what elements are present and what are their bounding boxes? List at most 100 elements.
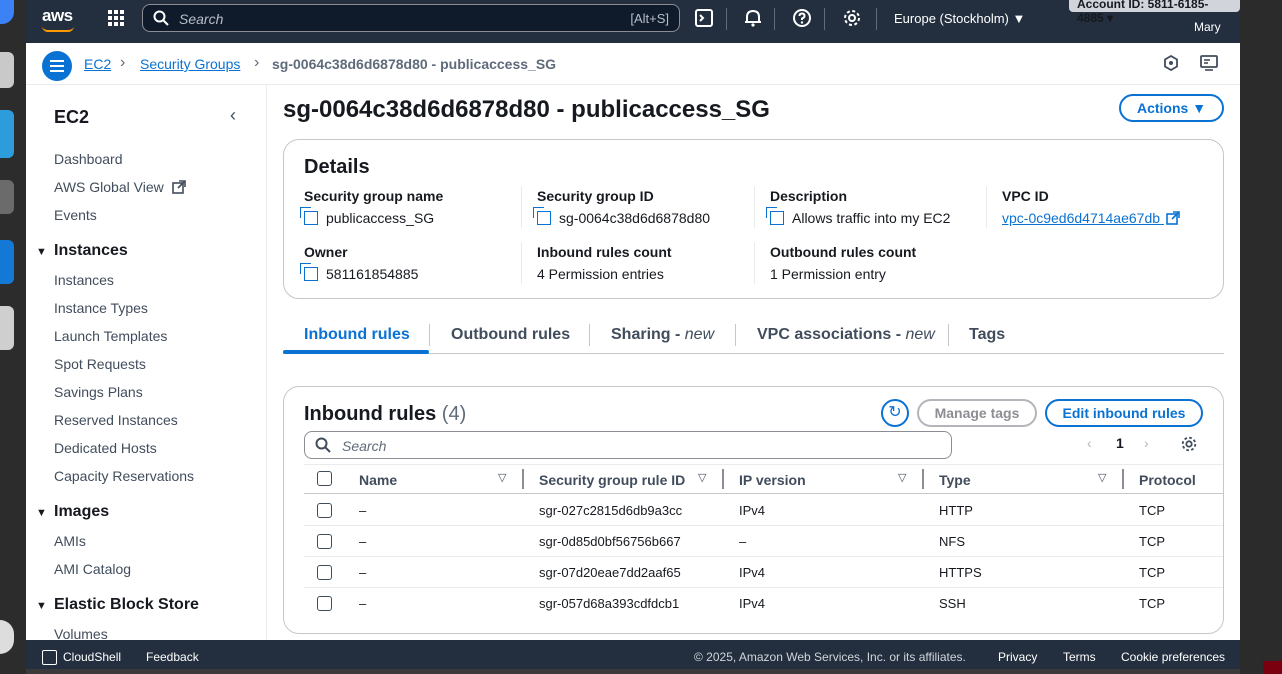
sidebar-item-instance-types[interactable]: Instance Types: [54, 300, 148, 316]
dock-app-icon[interactable]: [0, 110, 14, 158]
external-link-icon: [1166, 211, 1180, 225]
detail-description: Description Allows traffic into my EC2: [766, 188, 990, 226]
cell-type: NFS: [939, 534, 965, 549]
footer-cloudshell[interactable]: CloudShell: [63, 650, 121, 664]
sidebar-item-launch-templates[interactable]: Launch Templates: [54, 328, 167, 344]
table-row[interactable]: – sgr-0d85d0bf56756b667 – NFS TCP: [304, 526, 1223, 557]
column-resizer[interactable]: [922, 469, 924, 489]
dock-app-icon[interactable]: [0, 180, 14, 214]
sidebar-item-dedicated-hosts[interactable]: Dedicated Hosts: [54, 440, 157, 456]
dock-app-icon[interactable]: [0, 306, 14, 350]
copy-icon[interactable]: [533, 207, 551, 225]
row-checkbox[interactable]: [317, 503, 332, 518]
cell-type: HTTPS: [939, 565, 982, 580]
sidebar-item-savings-plans[interactable]: Savings Plans: [54, 384, 143, 400]
global-search-input[interactable]: Search [Alt+S]: [142, 4, 680, 32]
column-header-rule-id[interactable]: Security group rule ID: [539, 472, 685, 488]
sidebar-section-images[interactable]: ▼ Images: [36, 503, 109, 521]
row-checkbox[interactable]: [317, 596, 332, 611]
next-page-icon[interactable]: ›: [1144, 435, 1149, 451]
notifications-icon[interactable]: [1163, 55, 1179, 71]
rules-search-input[interactable]: Search: [304, 431, 952, 459]
tab-sharing[interactable]: Sharing - new: [611, 326, 714, 344]
region-selector[interactable]: Europe (Stockholm) ▼: [894, 11, 1025, 26]
sort-icon[interactable]: ▽: [898, 471, 906, 484]
sort-icon[interactable]: ▽: [1098, 471, 1106, 484]
tab-tags[interactable]: Tags: [969, 326, 1005, 344]
chevron-right-icon: ›: [120, 54, 126, 71]
breadcrumb-security-groups[interactable]: Security Groups: [140, 56, 240, 72]
account-menu[interactable]: Account ID: 5811-6185-4885 ▾: [1069, 0, 1240, 25]
page-number[interactable]: 1: [1116, 435, 1124, 451]
edit-inbound-rules-button[interactable]: Edit inbound rules: [1045, 399, 1203, 427]
refresh-button[interactable]: ↻: [881, 399, 909, 427]
sidebar-item-spot-requests[interactable]: Spot Requests: [54, 356, 146, 372]
dock-app-icon[interactable]: [0, 240, 14, 284]
user-name[interactable]: Mary: [1194, 20, 1221, 34]
column-header-protocol[interactable]: Protocol: [1139, 472, 1196, 488]
side-menu-button[interactable]: [42, 51, 72, 81]
breadcrumb-ec2[interactable]: EC2: [84, 56, 111, 72]
sidebar-item-global-view[interactable]: AWS Global View: [54, 179, 186, 195]
footer-feedback[interactable]: Feedback: [146, 650, 199, 664]
sidebar-item-amis[interactable]: AMIs: [54, 533, 86, 549]
copy-icon[interactable]: [300, 207, 318, 225]
column-resizer[interactable]: [522, 469, 524, 489]
footer-cookies[interactable]: Cookie preferences: [1121, 650, 1225, 664]
sidebar-item-volumes[interactable]: Volumes: [54, 626, 108, 640]
row-checkbox[interactable]: [317, 565, 332, 580]
column-header-type[interactable]: Type: [939, 472, 971, 488]
caret-down-icon: ▼: [36, 600, 47, 612]
table-row[interactable]: – sgr-057d68a393cdfdcb1 IPv4 SSH TCP: [304, 588, 1223, 619]
cell-type: SSH: [939, 596, 966, 611]
sidebar-item-capacity-reservations[interactable]: Capacity Reservations: [54, 468, 194, 484]
tab-inbound-rules[interactable]: Inbound rules: [304, 326, 410, 344]
footer-privacy[interactable]: Privacy: [998, 650, 1037, 664]
cell-rule-id: sgr-07d20eae7dd2aaf65: [539, 565, 681, 580]
sort-icon[interactable]: ▽: [498, 471, 506, 484]
services-grid-icon[interactable]: [108, 10, 124, 26]
copy-icon[interactable]: [766, 207, 784, 225]
sidebar-item-instances[interactable]: Instances: [54, 272, 114, 288]
cloudshell-icon[interactable]: [694, 8, 714, 28]
sidebar-section-ebs[interactable]: ▼ Elastic Block Store: [36, 596, 199, 614]
help-icon[interactable]: [792, 8, 812, 28]
collapse-sidebar-icon[interactable]: ‹: [230, 105, 236, 126]
tab-vpc-associations[interactable]: VPC associations - new: [757, 326, 935, 344]
sidebar-item-dashboard[interactable]: Dashboard: [54, 151, 123, 167]
bell-icon[interactable]: [743, 8, 763, 28]
table-settings-icon[interactable]: [1180, 435, 1198, 453]
cell-protocol: TCP: [1139, 596, 1165, 611]
aws-logo[interactable]: aws: [42, 6, 73, 26]
sidebar-item-ami-catalog[interactable]: AMI Catalog: [54, 561, 131, 577]
column-header-ip-version[interactable]: IP version: [739, 472, 806, 488]
sidebar-item-reserved-instances[interactable]: Reserved Instances: [54, 412, 178, 428]
tab-outbound-rules[interactable]: Outbound rules: [451, 326, 570, 344]
column-header-name[interactable]: Name: [359, 472, 397, 488]
actions-button[interactable]: Actions ▼: [1119, 94, 1224, 122]
sidebar-section-instances[interactable]: ▼ Instances: [36, 242, 128, 260]
footer: CloudShell Feedback © 2025, Amazon Web S…: [26, 640, 1240, 669]
dock-app-icon[interactable]: [0, 0, 14, 24]
column-resizer[interactable]: [722, 469, 724, 489]
breadcrumb: EC2 › Security Groups › sg-0064c38d6d687…: [26, 43, 1240, 85]
sort-icon[interactable]: ▽: [698, 471, 706, 484]
row-checkbox[interactable]: [317, 534, 332, 549]
previous-page-icon[interactable]: ‹: [1087, 435, 1092, 451]
detail-value-text: sg-0064c38d6d6878d80: [559, 210, 711, 226]
table-row[interactable]: – sgr-07d20eae7dd2aaf65 IPv4 HTTPS TCP: [304, 557, 1223, 588]
vpc-link[interactable]: vpc-0c9ed6d4714ae67db: [1002, 210, 1222, 226]
feedback-panel-icon[interactable]: [1200, 55, 1218, 71]
sidebar-item-events[interactable]: Events: [54, 207, 97, 223]
select-all-checkbox[interactable]: [317, 471, 332, 486]
gear-icon[interactable]: [842, 8, 862, 28]
table-row[interactable]: – sgr-027c2815d6db9a3cc IPv4 HTTP TCP: [304, 495, 1223, 526]
cell-type: HTTP: [939, 503, 973, 518]
footer-terms[interactable]: Terms: [1063, 650, 1096, 664]
dock-app-icon[interactable]: [0, 620, 14, 654]
manage-tags-button[interactable]: Manage tags: [917, 399, 1037, 427]
cloudshell-icon[interactable]: [42, 650, 57, 665]
column-resizer[interactable]: [1122, 469, 1124, 489]
copy-icon[interactable]: [300, 263, 318, 281]
dock-app-icon[interactable]: [0, 52, 14, 88]
